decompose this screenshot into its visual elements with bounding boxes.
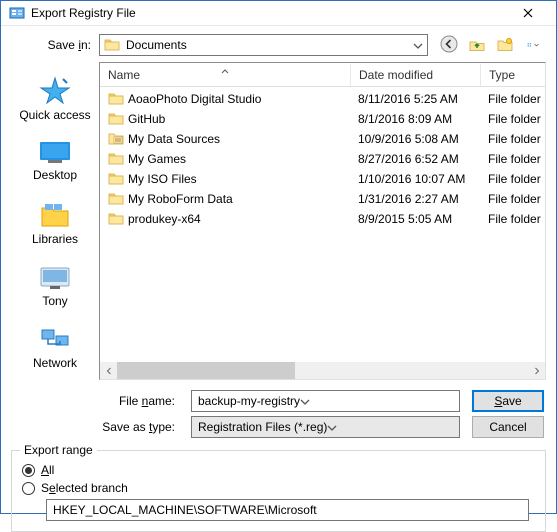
file-name: My Data Sources	[128, 132, 220, 146]
folder-icon	[108, 191, 124, 208]
folder-icon	[108, 151, 124, 168]
place-network[interactable]: Network	[11, 318, 99, 380]
savein-combo[interactable]: Documents	[99, 34, 428, 56]
place-label: Tony	[42, 294, 67, 308]
file-type: File folder	[480, 132, 545, 146]
folder-icon	[104, 37, 120, 54]
export-range-group: Export range All Selected branch HKEY_LO…	[11, 450, 546, 532]
chevron-down-icon	[300, 394, 310, 408]
folder-icon	[108, 91, 124, 108]
savein-value: Documents	[126, 38, 187, 52]
folder-icon	[108, 171, 124, 188]
chevron-down-icon	[413, 38, 423, 52]
column-label: Date modified	[359, 68, 433, 82]
file-date: 1/10/2016 10:07 AM	[350, 172, 480, 186]
radio-all[interactable]: All	[22, 463, 535, 477]
save-button[interactable]: Save	[472, 390, 544, 412]
file-row[interactable]: AoaoPhoto Digital Studio 8/11/2016 5:25 A…	[100, 89, 545, 109]
file-header: Name Date modified Type	[100, 63, 545, 87]
place-user[interactable]: Tony	[11, 256, 99, 318]
chevron-down-icon	[534, 36, 539, 54]
file-row[interactable]: produkey-x64 8/9/2015 5:05 AMFile folder	[100, 209, 545, 229]
regedit-icon	[9, 5, 25, 21]
scroll-left-icon[interactable]	[100, 362, 117, 379]
file-type: File folder	[480, 192, 545, 206]
column-name[interactable]: Name	[100, 64, 350, 86]
sort-asc-icon	[221, 63, 229, 77]
file-name: produkey-x64	[128, 212, 201, 226]
column-type[interactable]: Type	[480, 64, 545, 86]
place-label: Desktop	[33, 168, 77, 182]
filename-label: File name:	[11, 394, 179, 408]
file-row[interactable]: GitHub 8/1/2016 8:09 AMFile folder	[100, 109, 545, 129]
file-date: 8/1/2016 8:09 AM	[350, 112, 480, 126]
file-date: 8/11/2016 5:25 AM	[350, 92, 480, 106]
file-name: My ISO Files	[128, 172, 197, 186]
branch-input[interactable]: HKEY_LOCAL_MACHINE\SOFTWARE\Microsoft	[46, 499, 529, 521]
new-folder-button[interactable]	[496, 35, 514, 56]
file-type: File folder	[480, 212, 545, 226]
titlebar: Export Registry File	[1, 1, 556, 26]
folder-icon	[108, 111, 124, 128]
file-type: File folder	[480, 152, 545, 166]
savetype-value: Registration Files (*.reg)	[198, 420, 327, 434]
back-button[interactable]	[440, 35, 458, 56]
file-type: File folder	[480, 92, 545, 106]
file-name: GitHub	[128, 112, 165, 126]
place-label: Libraries	[32, 232, 78, 246]
file-name: My Games	[128, 152, 186, 166]
place-label: Quick access	[19, 108, 90, 122]
close-button[interactable]	[508, 1, 548, 25]
file-name: AoaoPhoto Digital Studio	[128, 92, 261, 106]
filename-input[interactable]: backup-my-registry	[191, 390, 460, 412]
file-row[interactable]: My ISO Files 1/10/2016 10:07 AMFile folde…	[100, 169, 545, 189]
place-quick-access[interactable]: Quick access	[11, 68, 99, 132]
place-label: Network	[33, 356, 77, 370]
cancel-button[interactable]: Cancel	[472, 416, 544, 438]
file-date: 1/31/2016 2:27 AM	[350, 192, 480, 206]
file-date: 8/27/2016 6:52 AM	[350, 152, 480, 166]
export-registry-dialog: Export Registry File Save in: Documents	[0, 0, 557, 514]
chevron-down-icon	[327, 420, 337, 434]
column-date[interactable]: Date modified	[350, 64, 480, 86]
dialog-content: Save in: Documents	[1, 26, 556, 444]
view-menu-button[interactable]	[524, 36, 542, 54]
file-date: 10/9/2016 5:08 AM	[350, 132, 480, 146]
column-label: Name	[108, 68, 140, 82]
column-label: Type	[489, 68, 515, 82]
up-one-level-button[interactable]	[468, 35, 486, 56]
savein-label: Save in:	[11, 38, 91, 52]
window-title: Export Registry File	[31, 6, 508, 20]
folder-icon	[108, 131, 124, 148]
filename-value: backup-my-registry	[198, 394, 300, 408]
file-rows: AoaoPhoto Digital Studio 8/11/2016 5:25 A…	[100, 87, 545, 362]
folder-icon	[108, 211, 124, 228]
file-row[interactable]: My Games 8/27/2016 6:52 AMFile folder	[100, 149, 545, 169]
radio-label: Selected branch	[41, 481, 128, 495]
file-type: File folder	[480, 112, 545, 126]
savetype-label: Save as type:	[11, 420, 179, 434]
radio-icon	[22, 482, 35, 495]
file-name: My RoboForm Data	[128, 192, 233, 206]
savetype-combo[interactable]: Registration Files (*.reg)	[191, 416, 460, 438]
places-bar: Quick access Desktop Libraries Tony Netw…	[11, 62, 99, 380]
file-row[interactable]: My Data Sources 10/9/2016 5:08 AMFile fol…	[100, 129, 545, 149]
export-legend: Export range	[20, 443, 97, 457]
radio-label: All	[41, 463, 54, 477]
branch-value: HKEY_LOCAL_MACHINE\SOFTWARE\Microsoft	[53, 503, 317, 517]
file-list-view: Name Date modified Type AoaoPhoto Digita…	[99, 62, 546, 380]
place-desktop[interactable]: Desktop	[11, 132, 99, 192]
scrollbar-thumb[interactable]	[117, 362, 295, 379]
horizontal-scrollbar[interactable]	[100, 362, 545, 379]
radio-icon	[22, 464, 35, 477]
scroll-right-icon[interactable]	[528, 362, 545, 379]
file-date: 8/9/2015 5:05 AM	[350, 212, 480, 226]
file-row[interactable]: My RoboForm Data 1/31/2016 2:27 AMFile fo…	[100, 189, 545, 209]
file-type: File folder	[480, 172, 545, 186]
radio-selected-branch[interactable]: Selected branch	[22, 481, 535, 495]
place-libraries[interactable]: Libraries	[11, 192, 99, 256]
